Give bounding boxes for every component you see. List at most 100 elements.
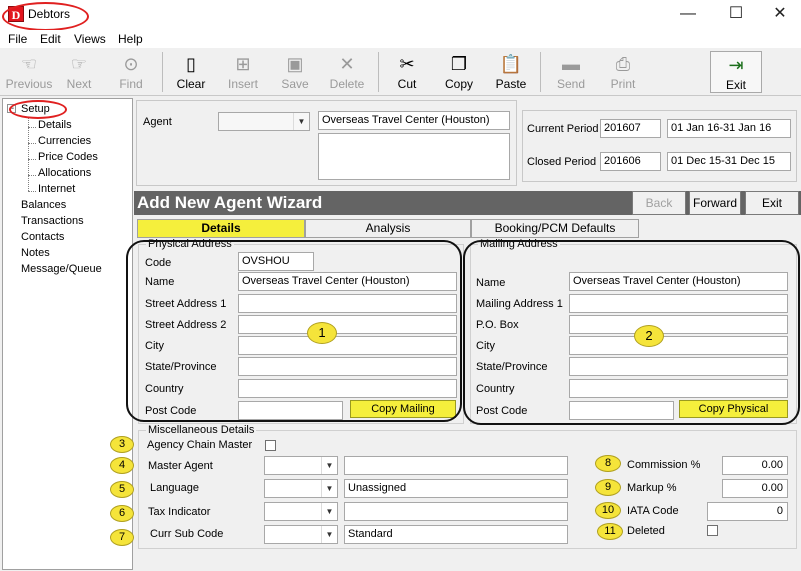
hand-point-left-icon: ☜ bbox=[20, 54, 38, 74]
iata-code-label: IATA Code bbox=[627, 505, 679, 517]
annotation-badge-11: 11 bbox=[597, 523, 623, 540]
tax-indicator-label: Tax Indicator bbox=[148, 506, 211, 518]
curr-sub-code-field[interactable]: Standard bbox=[344, 525, 568, 544]
tab-details[interactable]: Details bbox=[137, 219, 305, 238]
annotation-badge-4: 4 bbox=[110, 457, 134, 474]
annotation-badge-6: 6 bbox=[110, 505, 134, 522]
exit-button[interactable]: ⇥ Exit bbox=[710, 51, 762, 93]
menu-bar: File Edit Views Help bbox=[0, 30, 801, 48]
hand-point-right-icon: ☞ bbox=[70, 54, 88, 74]
tax-indicator-select[interactable]: ▼ bbox=[264, 502, 338, 521]
closed-period-field[interactable]: 201606 bbox=[600, 152, 661, 171]
master-agent-name-field[interactable] bbox=[344, 456, 568, 475]
menu-help[interactable]: Help bbox=[118, 32, 143, 46]
maximize-icon[interactable]: ☐ bbox=[713, 0, 759, 30]
wizard-title: Add New Agent Wizard bbox=[137, 193, 323, 212]
tree-item-notes[interactable]: Notes bbox=[21, 247, 50, 259]
exit-door-icon: ⇥ bbox=[728, 55, 744, 75]
commission-label: Commission % bbox=[627, 459, 701, 471]
menu-edit[interactable]: Edit bbox=[40, 32, 61, 46]
find-button[interactable]: ⊙ Find bbox=[106, 51, 156, 93]
wizard-forward-button[interactable]: Forward bbox=[689, 191, 741, 215]
annotation-badge-5: 5 bbox=[110, 481, 134, 498]
tree-item-currencies[interactable]: Currencies bbox=[38, 135, 91, 147]
binoculars-icon: ⊙ bbox=[123, 54, 139, 74]
curr-sub-code-label: Curr Sub Code bbox=[150, 528, 224, 540]
copy-button[interactable]: ❐ Copy bbox=[434, 51, 484, 93]
annotation-badge-3: 3 bbox=[110, 436, 134, 453]
master-agent-label: Master Agent bbox=[148, 460, 213, 472]
insert-page-icon: ⊞ bbox=[235, 54, 251, 74]
chevron-down-icon: ▼ bbox=[321, 526, 337, 543]
tree-item-message-queue[interactable]: Message/Queue bbox=[21, 263, 102, 275]
master-agent-select[interactable]: ▼ bbox=[264, 456, 338, 475]
annotation-badge-8: 8 bbox=[595, 455, 621, 472]
closed-range-field[interactable]: 01 Dec 15-31 Dec 15 bbox=[667, 152, 791, 171]
tree-item-details[interactable]: Details bbox=[38, 119, 72, 131]
title-bar: D Debtors — ☐ ✕ bbox=[0, 0, 801, 31]
tree-item-internet[interactable]: Internet bbox=[38, 183, 75, 195]
iata-code-field[interactable]: 0 bbox=[707, 502, 788, 521]
tax-indicator-field[interactable] bbox=[344, 502, 568, 521]
annotation-badge-2: 2 bbox=[634, 325, 664, 347]
agent-name-field[interactable]: Overseas Travel Center (Houston) bbox=[318, 111, 510, 130]
send-button[interactable]: ▬ Send bbox=[546, 51, 596, 93]
insert-button[interactable]: ⊞ Insert bbox=[218, 51, 268, 93]
delete-button[interactable]: ✕ Delete bbox=[322, 51, 372, 93]
annotation-ring-physical bbox=[126, 240, 462, 422]
menu-file[interactable]: File bbox=[8, 32, 27, 46]
markup-label: Markup % bbox=[627, 482, 677, 494]
minimize-icon[interactable]: — bbox=[665, 0, 711, 30]
printer-icon: ⎙ bbox=[615, 54, 631, 74]
chevron-down-icon: ▼ bbox=[293, 113, 309, 130]
tree-item-price-codes[interactable]: Price Codes bbox=[38, 151, 98, 163]
language-select[interactable]: ▼ bbox=[264, 479, 338, 498]
next-button[interactable]: ☞ Next bbox=[54, 51, 104, 93]
misc-details-title: Miscellaneous Details bbox=[146, 424, 257, 436]
cut-button[interactable]: ✂ Cut bbox=[382, 51, 432, 93]
agency-chain-label: Agency Chain Master bbox=[147, 439, 253, 451]
save-button[interactable]: ▣ Save bbox=[270, 51, 320, 93]
clipboard-icon: 📋 bbox=[499, 54, 523, 74]
annotation-badge-1: 1 bbox=[307, 322, 337, 344]
annotation-badge-9: 9 bbox=[595, 479, 621, 496]
agent-label: Agent bbox=[143, 116, 172, 128]
tree-item-contacts[interactable]: Contacts bbox=[21, 231, 64, 243]
tab-booking-pcm-defaults[interactable]: Booking/PCM Defaults bbox=[471, 219, 639, 238]
tree-item-balances[interactable]: Balances bbox=[21, 199, 66, 211]
agent-notes-field[interactable] bbox=[318, 133, 510, 180]
current-period-label: Current Period bbox=[527, 123, 599, 135]
language-field[interactable]: Unassigned bbox=[344, 479, 568, 498]
previous-button[interactable]: ☜ Previous bbox=[4, 51, 54, 93]
print-button[interactable]: ⎙ Print bbox=[598, 51, 648, 93]
tab-analysis[interactable]: Analysis bbox=[305, 219, 471, 238]
current-range-field[interactable]: 01 Jan 16-31 Jan 16 bbox=[667, 119, 791, 138]
annotation-badge-7: 7 bbox=[110, 529, 134, 546]
commission-field[interactable]: 0.00 bbox=[722, 456, 788, 475]
annotation-ring-title bbox=[2, 2, 89, 31]
deleted-label: Deleted bbox=[627, 525, 665, 537]
closed-period-label: Closed Period bbox=[527, 156, 597, 168]
annotation-badge-10: 10 bbox=[595, 502, 621, 519]
current-period-field[interactable]: 201607 bbox=[600, 119, 661, 138]
paste-button[interactable]: 📋 Paste bbox=[486, 51, 536, 93]
tree-item-transactions[interactable]: Transactions bbox=[21, 215, 84, 227]
markup-field[interactable]: 0.00 bbox=[722, 479, 788, 498]
deleted-checkbox[interactable] bbox=[707, 525, 718, 536]
clear-button[interactable]: ▯ Clear bbox=[166, 51, 216, 93]
annotation-ring-setup bbox=[9, 100, 67, 119]
wizard-back-button[interactable]: Back bbox=[632, 191, 686, 215]
chevron-down-icon: ▼ bbox=[321, 503, 337, 520]
floppy-icon: ▣ bbox=[286, 54, 304, 74]
close-icon[interactable]: ✕ bbox=[757, 0, 801, 30]
toolbar-separator bbox=[378, 52, 379, 92]
tree-item-allocations[interactable]: Allocations bbox=[38, 167, 91, 179]
blank-page-icon: ▯ bbox=[186, 54, 196, 74]
agent-select[interactable]: ▼ bbox=[218, 112, 310, 131]
agency-chain-checkbox[interactable] bbox=[265, 440, 276, 451]
wizard-exit-button[interactable]: Exit bbox=[745, 191, 799, 215]
toolbar-separator bbox=[162, 52, 163, 92]
language-label: Language bbox=[150, 482, 199, 494]
menu-views[interactable]: Views bbox=[74, 32, 106, 46]
curr-sub-code-select[interactable]: ▼ bbox=[264, 525, 338, 544]
